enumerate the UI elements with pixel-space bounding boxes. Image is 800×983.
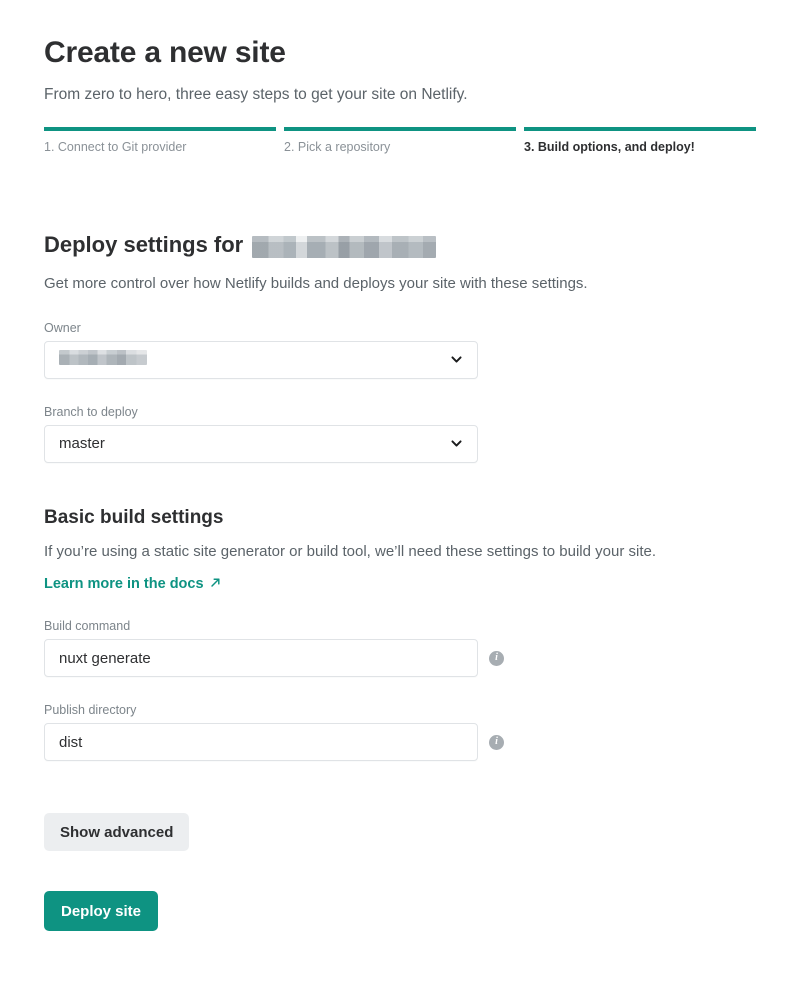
step-pick-a-repository[interactable]: 2. Pick a repository xyxy=(284,127,516,154)
build-command-row: nuxt generate i xyxy=(44,639,756,678)
page-container: Create a new site From zero to hero, thr… xyxy=(0,0,800,932)
owner-select[interactable] xyxy=(44,340,478,379)
publish-directory-label: Publish directory xyxy=(44,703,137,718)
redacted-repository-name xyxy=(252,236,437,259)
publish-directory-input[interactable]: dist xyxy=(44,723,478,762)
step-connect-git-provider[interactable]: 1. Connect to Git provider xyxy=(44,127,276,154)
learn-more-docs-label: Learn more in the docs xyxy=(44,576,204,593)
branch-select[interactable]: master xyxy=(44,424,478,463)
deploy-settings-heading: Deploy settings for xyxy=(44,232,756,259)
progress-stepper: 1. Connect to Git provider 2. Pick a rep… xyxy=(44,127,756,154)
owner-field: Owner xyxy=(44,321,756,379)
publish-directory-field: Publish directory dist i xyxy=(44,703,756,762)
chevron-down-icon xyxy=(451,440,462,447)
step-label: 3. Build options, and deploy! xyxy=(524,140,695,155)
step-label: 2. Pick a repository xyxy=(284,140,391,155)
learn-more-docs-link[interactable]: Learn more in the docs xyxy=(44,576,221,592)
step-build-options-and-deploy[interactable]: 3. Build options, and deploy! xyxy=(524,127,756,154)
deploy-settings-section: Deploy settings for Get more control ove… xyxy=(44,232,756,463)
build-settings-section: Basic build settings If you’re using a s… xyxy=(44,507,756,762)
owner-label: Owner xyxy=(44,320,81,335)
build-settings-heading: Basic build settings xyxy=(44,506,224,528)
page-subtitle: From zero to hero, three easy steps to g… xyxy=(44,85,468,103)
build-command-input[interactable]: nuxt generate xyxy=(44,639,478,678)
build-settings-description: If you’re using a static site generator … xyxy=(44,542,657,560)
build-command-field: Build command nuxt generate i xyxy=(44,619,756,678)
deploy-settings-heading-text: Deploy settings for xyxy=(44,232,244,258)
show-advanced-button[interactable]: Show advanced xyxy=(44,813,190,852)
step-progress-bar xyxy=(284,127,516,132)
step-label: 1. Connect to Git provider xyxy=(44,140,187,155)
step-progress-bar xyxy=(524,127,756,132)
branch-value: master xyxy=(59,435,105,453)
actions-area: Show advanced xyxy=(44,761,756,852)
branch-field: Branch to deploy master xyxy=(44,405,756,463)
publish-directory-value: dist xyxy=(59,733,83,751)
publish-directory-row: dist i xyxy=(44,723,756,762)
info-icon[interactable]: i xyxy=(489,734,504,750)
branch-label: Branch to deploy xyxy=(44,404,138,419)
step-progress-bar xyxy=(44,127,276,132)
owner-value xyxy=(59,350,450,369)
deploy-settings-description: Get more control over how Netlify builds… xyxy=(44,274,588,292)
info-icon[interactable]: i xyxy=(489,650,504,666)
deploy-area: Deploy site xyxy=(44,851,756,932)
build-command-value: nuxt generate xyxy=(59,649,151,667)
deploy-site-button[interactable]: Deploy site xyxy=(44,891,159,932)
page-title: Create a new site xyxy=(44,36,286,69)
chevron-down-icon xyxy=(451,356,462,363)
external-link-arrow-icon xyxy=(210,578,220,588)
build-command-label: Build command xyxy=(44,619,131,634)
redacted-owner-name xyxy=(59,350,147,366)
